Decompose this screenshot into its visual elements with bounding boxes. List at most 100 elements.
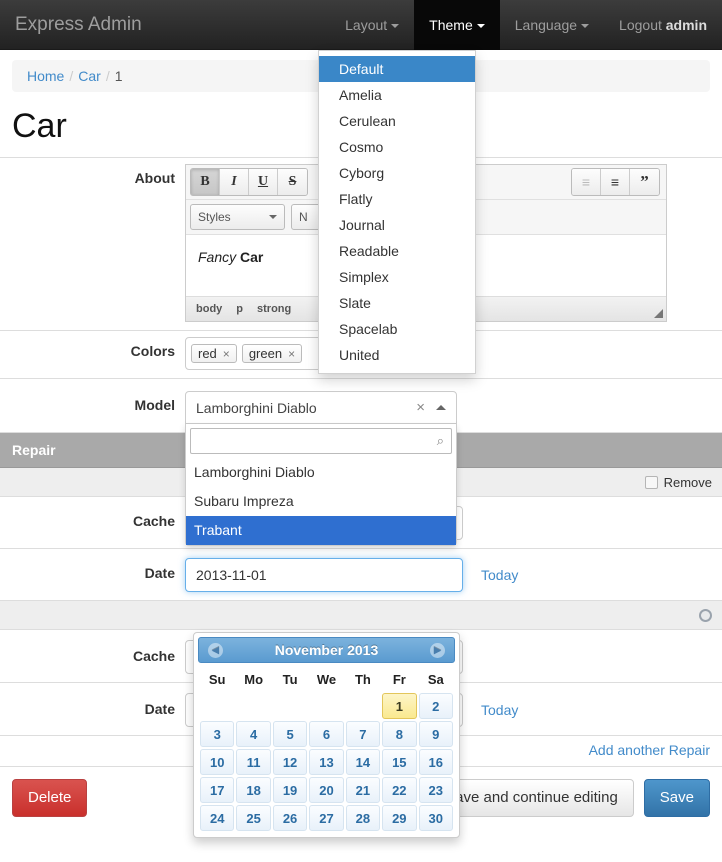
tag-red-label: red	[198, 346, 217, 362]
indent-icon[interactable]: ≡	[601, 169, 630, 196]
datepicker-day-14[interactable]: 14	[345, 749, 381, 775]
datepicker-day-24[interactable]: 24	[200, 805, 235, 831]
datepicker-day-19[interactable]: 19	[272, 777, 308, 803]
italic-button[interactable]: I	[220, 169, 249, 196]
theme-menu-item-cyborg[interactable]: Cyborg	[319, 160, 475, 186]
datepicker-day-12[interactable]: 12	[272, 749, 308, 775]
theme-menu-item-flatly[interactable]: Flatly	[319, 186, 475, 212]
datepicker-day-4[interactable]: 4	[236, 721, 271, 747]
blockquote-icon[interactable]: ”	[630, 169, 659, 196]
tag-green[interactable]: green ×	[241, 344, 303, 364]
model-option-trabant[interactable]: Trabant	[186, 516, 456, 546]
styles-select[interactable]: Styles	[190, 204, 285, 231]
editor-resize-handle[interactable]	[654, 309, 663, 319]
next-month-icon[interactable]: ▶	[430, 642, 445, 658]
breadcrumb-car[interactable]: Car	[78, 68, 101, 84]
bold-button[interactable]: B	[191, 169, 220, 196]
datepicker-day-9[interactable]: 9	[418, 721, 453, 747]
repair1-date-input[interactable]	[185, 558, 463, 593]
datepicker-day-3[interactable]: 3	[200, 721, 235, 747]
datepicker[interactable]: ◀ November 2013 ▶ Su Mo Tu We Th Fr Sa 1…	[193, 632, 460, 838]
datepicker-day-5[interactable]: 5	[272, 721, 308, 747]
datepicker-day-15[interactable]: 15	[382, 749, 417, 775]
datepicker-day-25[interactable]: 25	[236, 805, 271, 831]
remove-circle-icon[interactable]	[699, 608, 712, 622]
datepicker-week-row: 3456789	[200, 721, 453, 747]
theme-menu-item-journal[interactable]: Journal	[319, 212, 475, 238]
theme-menu-item-slate[interactable]: Slate	[319, 290, 475, 316]
datepicker-day-2[interactable]: 2	[418, 693, 453, 719]
close-icon[interactable]: ×	[223, 347, 230, 361]
remove-label: Remove	[663, 474, 712, 490]
clear-icon[interactable]: ×	[416, 399, 425, 416]
strikethrough-button[interactable]: S	[278, 169, 307, 196]
datepicker-day-26[interactable]: 26	[272, 805, 308, 831]
datepicker-day-8[interactable]: 8	[382, 721, 417, 747]
chevron-up-icon[interactable]	[436, 405, 446, 411]
datepicker-day-22[interactable]: 22	[382, 777, 417, 803]
datepicker-day-10[interactable]: 10	[200, 749, 235, 775]
chevron-down-icon	[581, 23, 590, 28]
theme-dropdown-menu[interactable]: Default Amelia Cerulean Cosmo Cyborg Fla…	[318, 50, 476, 374]
nav-item-layout[interactable]: Layout	[330, 0, 414, 50]
theme-menu-item-default[interactable]: Default	[319, 56, 475, 82]
logout-link[interactable]: Logout admin	[604, 0, 722, 50]
theme-menu-item-simplex[interactable]: Simplex	[319, 264, 475, 290]
breadcrumb-home[interactable]: Home	[27, 68, 64, 84]
datepicker-day-17[interactable]: 17	[200, 777, 235, 803]
status-path-strong[interactable]: strong	[257, 303, 291, 315]
save-button[interactable]: Save	[643, 779, 710, 818]
datepicker-month-title: November 2013	[274, 642, 379, 658]
delete-button[interactable]: Delete	[12, 779, 88, 818]
add-another-repair-link[interactable]: Add another Repair	[589, 742, 710, 758]
repair1-today-link[interactable]: Today	[481, 567, 518, 583]
search-icon: ⌕	[436, 433, 444, 449]
theme-menu-item-amelia[interactable]: Amelia	[319, 82, 475, 108]
brand-title[interactable]: Express Admin	[0, 0, 157, 50]
datepicker-day-16[interactable]: 16	[418, 749, 453, 775]
repair1-date-control: Today	[185, 549, 722, 600]
colors-label: Colors	[130, 343, 175, 360]
close-icon[interactable]: ×	[288, 347, 295, 361]
breadcrumb-separator: /	[69, 68, 74, 84]
status-path-body[interactable]: body	[196, 303, 222, 315]
nav-item-theme[interactable]: Theme	[414, 0, 500, 50]
model-selected-value: Lamborghini Diablo	[196, 399, 317, 416]
underline-button[interactable]: U	[249, 169, 278, 196]
datepicker-day-23[interactable]: 23	[418, 777, 453, 803]
model-search-wrap: ⌕	[190, 428, 452, 455]
datepicker-day-27[interactable]: 27	[309, 805, 344, 831]
datepicker-day-29[interactable]: 29	[382, 805, 417, 831]
theme-menu-item-cosmo[interactable]: Cosmo	[319, 134, 475, 160]
theme-menu-item-spacelab[interactable]: Spacelab	[319, 316, 475, 342]
nav-item-language[interactable]: Language	[500, 0, 604, 50]
datepicker-header: ◀ November 2013 ▶	[198, 637, 455, 663]
outdent-icon[interactable]: ≡	[572, 169, 601, 196]
datepicker-day-21[interactable]: 21	[345, 777, 381, 803]
remove-checkbox[interactable]	[644, 475, 658, 489]
datepicker-day-30[interactable]: 30	[418, 805, 453, 831]
datepicker-day-18[interactable]: 18	[236, 777, 271, 803]
repair2-today-link[interactable]: Today	[481, 702, 518, 718]
status-path-p[interactable]: p	[236, 303, 243, 315]
theme-menu-item-cerulean[interactable]: Cerulean	[319, 108, 475, 134]
model-select2-trigger[interactable]: Lamborghini Diablo ×	[185, 391, 457, 425]
tag-red[interactable]: red ×	[191, 344, 237, 364]
datepicker-day-20[interactable]: 20	[309, 777, 344, 803]
datepicker-day-11[interactable]: 11	[236, 749, 271, 775]
datepicker-day-6[interactable]: 6	[309, 721, 344, 747]
model-select2[interactable]: Lamborghini Diablo × ⌕ Lamborghini Diabl…	[185, 391, 457, 547]
datepicker-empty-cell	[236, 693, 271, 719]
model-option-lamborghini-diablo[interactable]: Lamborghini Diablo	[186, 458, 456, 487]
datepicker-day-7[interactable]: 7	[345, 721, 381, 747]
datepicker-day-28[interactable]: 28	[345, 805, 381, 831]
model-option-subaru-impreza[interactable]: Subaru Impreza	[186, 487, 456, 516]
weekday-su: Su	[208, 672, 226, 687]
datepicker-day-13[interactable]: 13	[309, 749, 344, 775]
datepicker-day-1[interactable]: 1	[382, 693, 417, 719]
prev-month-icon[interactable]: ◀	[208, 642, 223, 658]
theme-menu-item-united[interactable]: United	[319, 342, 475, 368]
model-search-input[interactable]	[190, 428, 452, 455]
theme-menu-item-readable[interactable]: Readable	[319, 238, 475, 264]
datepicker-empty-cell	[309, 693, 344, 719]
